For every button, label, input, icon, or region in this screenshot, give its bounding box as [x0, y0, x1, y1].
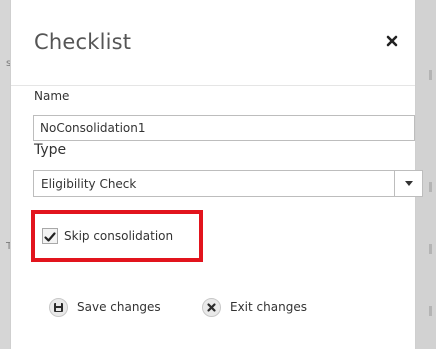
check-icon: [44, 232, 56, 242]
type-select[interactable]: Eligibility Check: [33, 170, 423, 197]
skip-consolidation-label[interactable]: Skip consolidation: [64, 229, 173, 243]
background-marker: [429, 244, 432, 254]
skip-consolidation-checkbox[interactable]: [42, 228, 58, 244]
type-label: Type: [34, 142, 67, 158]
background-page-left: [0, 0, 10, 349]
close-icon[interactable]: [384, 33, 400, 49]
dialog-title: Checklist: [34, 30, 132, 54]
background-marker: [429, 70, 432, 80]
name-input[interactable]: [33, 115, 415, 141]
save-changes-label: Save changes: [77, 300, 161, 314]
floppy-disk-icon: [49, 298, 68, 317]
name-label: Name: [34, 89, 70, 103]
close-circle-icon: [202, 298, 221, 317]
exit-changes-label: Exit changes: [230, 300, 307, 314]
caret-down-icon[interactable]: [394, 171, 422, 196]
background-marker: [429, 182, 432, 192]
checklist-dialog: Checklist Name Type Eligibility Check Sk…: [10, 0, 423, 349]
save-changes-button[interactable]: Save changes: [49, 297, 173, 319]
type-select-value: Eligibility Check: [41, 177, 137, 191]
dialog-header: Checklist: [11, 0, 415, 86]
background-marker: [429, 306, 432, 316]
exit-changes-button[interactable]: Exit changes: [202, 297, 316, 319]
